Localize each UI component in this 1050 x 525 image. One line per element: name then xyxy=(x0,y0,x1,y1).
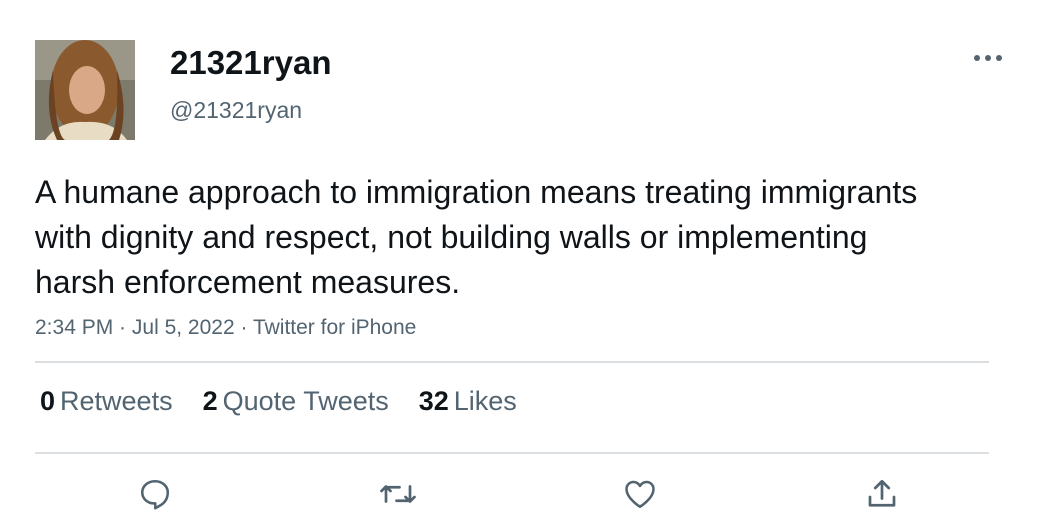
tweet-date[interactable]: Jul 5, 2022 xyxy=(132,316,235,339)
likes-label: Likes xyxy=(453,386,517,416)
meta-separator: · xyxy=(234,316,253,339)
user-handle[interactable]: @21321ryan xyxy=(170,97,302,124)
retweet-icon xyxy=(380,485,416,503)
retweets-stat[interactable]: 0 Retweets xyxy=(40,386,173,417)
retweets-count: 0 xyxy=(40,386,56,416)
more-dots-icon[interactable] xyxy=(972,52,1004,64)
tweet-stats: 0 Retweets 2 Quote Tweets 32 Likes xyxy=(40,386,547,417)
tweet-time[interactable]: 2:34 PM xyxy=(35,316,113,339)
reply-icon xyxy=(140,479,170,510)
like-heart-icon xyxy=(625,480,655,509)
meta-separator: · xyxy=(113,316,132,339)
share-button[interactable] xyxy=(862,474,902,514)
like-button[interactable] xyxy=(620,474,660,514)
tweet-source[interactable]: Twitter for iPhone xyxy=(253,316,416,339)
likes-stat[interactable]: 32 Likes xyxy=(419,386,517,417)
quote-tweets-label: Quote Tweets xyxy=(222,386,389,416)
avatar-photo xyxy=(35,40,135,140)
share-icon xyxy=(868,479,896,507)
reply-button[interactable] xyxy=(135,474,175,514)
divider xyxy=(35,361,989,363)
tweet-meta: 2:34 PM · Jul 5, 2022 · Twitter for iPho… xyxy=(35,316,416,340)
retweets-label: Retweets xyxy=(60,386,173,416)
retweet-button[interactable] xyxy=(378,474,418,514)
likes-count: 32 xyxy=(418,386,449,416)
quote-tweets-count: 2 xyxy=(202,386,218,416)
tweet-text: A humane approach to immigration means t… xyxy=(35,174,918,300)
quote-tweets-stat[interactable]: 2 Quote Tweets xyxy=(203,386,389,417)
display-name[interactable]: 21321ryan xyxy=(170,44,331,82)
divider xyxy=(35,452,989,454)
avatar[interactable] xyxy=(35,40,135,140)
